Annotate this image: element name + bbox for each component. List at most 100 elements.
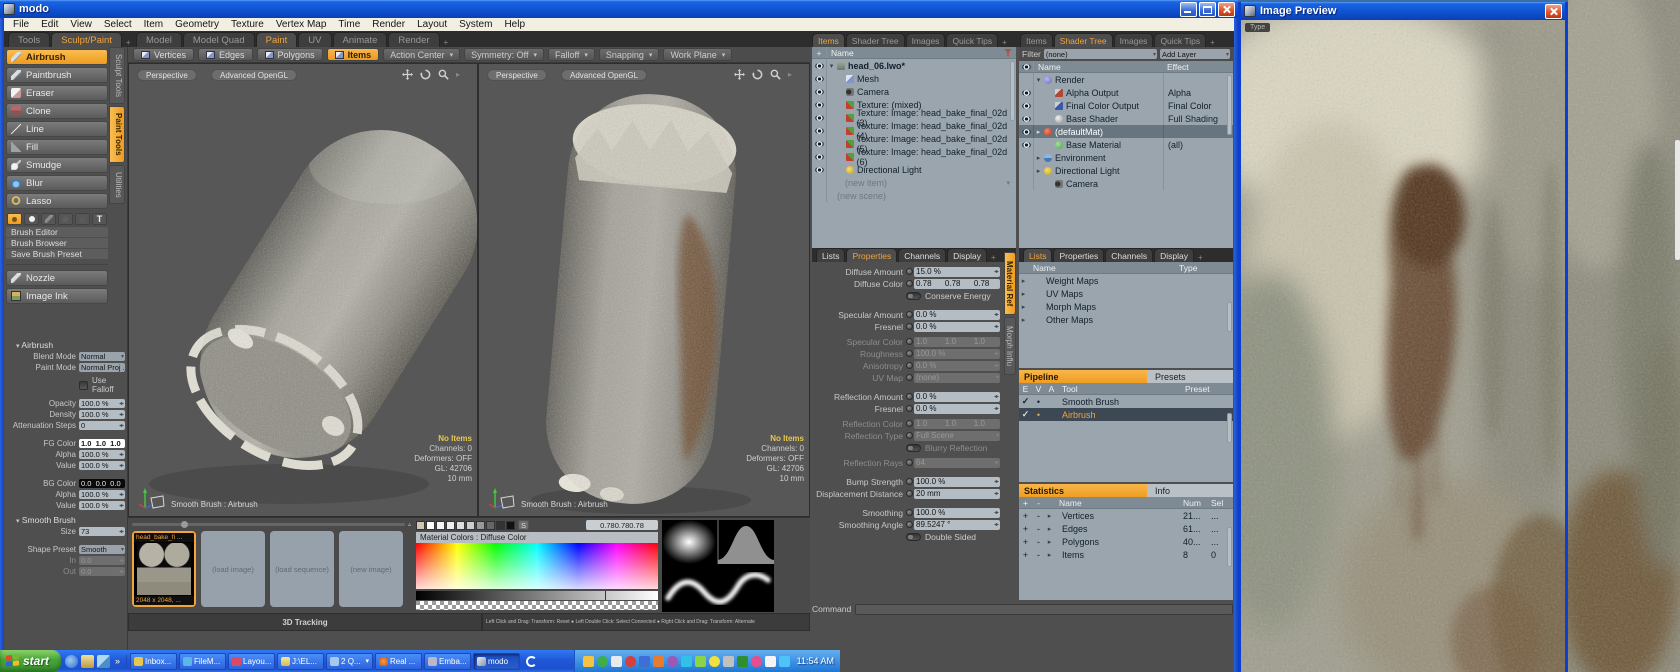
mini-knob-icon[interactable] [906, 374, 913, 381]
brush-browser-link[interactable]: Brush Browser [6, 238, 108, 249]
brush-tip-soft-button[interactable] [7, 213, 22, 225]
visibility-eye-icon[interactable] [815, 154, 824, 160]
tab-paint-tools[interactable]: Paint Tools [109, 106, 125, 163]
expand-plus[interactable]: + [1019, 524, 1032, 534]
tab-add[interactable]: + [123, 38, 134, 47]
save-brush-preset-link[interactable]: Save Brush Preset [6, 249, 108, 260]
quick-launch-ie-icon[interactable] [65, 655, 78, 668]
in-field[interactable]: 0.0◂▸ [79, 556, 125, 565]
tab-sculpt-tools[interactable]: Sculpt Tools [109, 47, 125, 104]
menu-time[interactable]: Time [332, 19, 366, 30]
image-preview-canvas[interactable]: Type [1241, 20, 1565, 672]
item-row-mesh[interactable]: Mesh [812, 72, 1016, 85]
visibility-eye-icon[interactable] [815, 128, 824, 134]
new-item-row[interactable]: (new item)▾ [812, 176, 1016, 189]
dropdown-icon[interactable]: ▾ [1006, 179, 1010, 187]
mini-knob-icon[interactable] [906, 432, 913, 439]
mini-knob-icon[interactable] [906, 478, 913, 485]
tab-model[interactable]: Model [136, 32, 182, 47]
visibility-eye-icon[interactable] [815, 102, 824, 108]
tool-fill[interactable]: Fill [6, 139, 108, 155]
type-column-header[interactable]: Type [1175, 262, 1233, 273]
shader-row-camera[interactable]: Camera [1019, 177, 1233, 190]
image-preview-underlay[interactable] [1568, 0, 1680, 672]
tab-model-quad[interactable]: Model Quad [183, 32, 255, 47]
blend-mode-select[interactable]: Normal▾ [79, 352, 125, 361]
fg-alpha-field[interactable]: 100.0 %◂▸ [79, 450, 125, 459]
expand-icon[interactable]: ▸ [1019, 316, 1028, 324]
collapse-minus[interactable]: - [1032, 511, 1045, 521]
pan-icon[interactable] [402, 69, 413, 80]
color-value-field[interactable]: 0.780.780.78 [586, 520, 658, 530]
menu-item[interactable]: Item [138, 19, 169, 30]
quick-launch-desktop-icon[interactable] [97, 655, 110, 668]
brush-tip-hard-button[interactable] [24, 213, 39, 225]
shader-row-environment[interactable]: ▸Environment [1019, 151, 1233, 164]
stepper-arrows-icon[interactable]: ◂▸ [994, 405, 998, 412]
prop-color-field[interactable]: 0.78 0.78 0.78 [914, 279, 1000, 289]
info-header[interactable]: Info [1147, 484, 1233, 497]
tab-utilities[interactable]: Utilities [109, 165, 125, 205]
shader-row-defaultmat[interactable]: ▸(defaultMat) [1019, 125, 1233, 138]
fg-color-field[interactable]: 1.0 1.0 1.0 [79, 439, 125, 448]
visibility-eye-icon[interactable] [815, 167, 824, 173]
stepper-arrows-icon[interactable]: ◂▸ [119, 568, 123, 575]
tray-icon[interactable] [639, 656, 650, 667]
color-swatch[interactable] [486, 521, 495, 530]
viewport-menu-icon[interactable]: ▸ [453, 70, 463, 79]
prop-field[interactable]: 89.5247 °◂▸ [914, 520, 1000, 530]
bg-alpha-field[interactable]: 100.0 %◂▸ [79, 490, 125, 499]
snapping-dropdown[interactable]: Snapping▾ [599, 48, 660, 61]
mini-knob-icon[interactable] [906, 521, 913, 528]
mini-knob-icon[interactable] [906, 420, 913, 427]
tab-display2[interactable]: Display [1154, 248, 1194, 262]
prop-field[interactable]: 0.0 %◂▸ [914, 404, 1000, 414]
statistics-header[interactable]: Statistics [1019, 484, 1147, 497]
fg-value-field[interactable]: 100.0 %◂▸ [79, 461, 125, 470]
color-swatch[interactable] [436, 521, 445, 530]
airbrush-section-header[interactable]: ▾ Airbrush [16, 340, 128, 350]
expand-plus[interactable]: + [1019, 511, 1032, 521]
tool-eraser[interactable]: Eraser [6, 85, 108, 101]
stepper-arrows-icon[interactable]: ◂▸ [119, 411, 123, 418]
expand-icon[interactable]: ▸ [1045, 551, 1054, 559]
collapse-minus[interactable]: - [1032, 524, 1045, 534]
stepper-arrows-icon[interactable]: ◂▸ [119, 502, 123, 509]
mini-knob-icon[interactable] [906, 311, 913, 318]
pipeline-header[interactable]: Pipeline [1019, 370, 1147, 383]
pipeline-row-smooth-brush[interactable]: ✓ • Smooth Brush [1019, 395, 1233, 408]
brush-tip-preset-button[interactable]: ☆ [58, 213, 73, 225]
rotate-icon[interactable] [420, 69, 431, 80]
prop-field[interactable]: (none)▾ [914, 373, 1000, 383]
name-column-header[interactable]: Name [1034, 62, 1163, 72]
menu-vertexmap[interactable]: Vertex Map [270, 19, 333, 30]
alpha-ramp[interactable] [416, 601, 658, 610]
stepper-arrows-icon[interactable]: ◂▸ [994, 521, 998, 528]
color-spectrum[interactable] [416, 543, 658, 589]
tab-add5[interactable]: + [988, 253, 999, 262]
prop-field[interactable]: 0.0 %◂▸ [914, 361, 1000, 371]
visibility-eye-icon[interactable] [815, 141, 824, 147]
menu-texture[interactable]: Texture [225, 19, 270, 30]
tab-add4[interactable]: + [1207, 38, 1218, 47]
task-button-explorer[interactable]: J:\EL... [277, 653, 324, 670]
stepper-arrows-icon[interactable]: ◂▸ [994, 350, 998, 357]
expand-icon[interactable]: ▸ [1034, 167, 1043, 175]
tray-icon[interactable] [681, 656, 692, 667]
tab-material-ref[interactable]: Material Ref [1004, 252, 1016, 315]
stepper-arrows-icon[interactable]: ◂▸ [119, 491, 123, 498]
prop-field[interactable]: 20 mm◂▸ [914, 489, 1000, 499]
density-field[interactable]: 100.0 %◂▸ [79, 410, 125, 419]
load-image-cell[interactable]: (load image) [201, 531, 265, 607]
close-button[interactable] [1218, 2, 1235, 17]
taskbar-extra-icon[interactable] [526, 656, 537, 667]
tool-lasso[interactable]: Lasso [6, 193, 108, 209]
rotate-icon[interactable] [752, 69, 763, 80]
color-swatch[interactable] [496, 521, 505, 530]
viewport-menu-icon[interactable]: ▸ [785, 70, 795, 79]
tab-add2[interactable]: + [441, 38, 452, 47]
pan-icon[interactable] [734, 69, 745, 80]
tab-paint[interactable]: Paint [256, 32, 298, 47]
add-item-icon[interactable]: + [812, 47, 827, 58]
item-row-texture[interactable]: Texture: Image: head_bake_final_02d (6) [812, 150, 1016, 163]
